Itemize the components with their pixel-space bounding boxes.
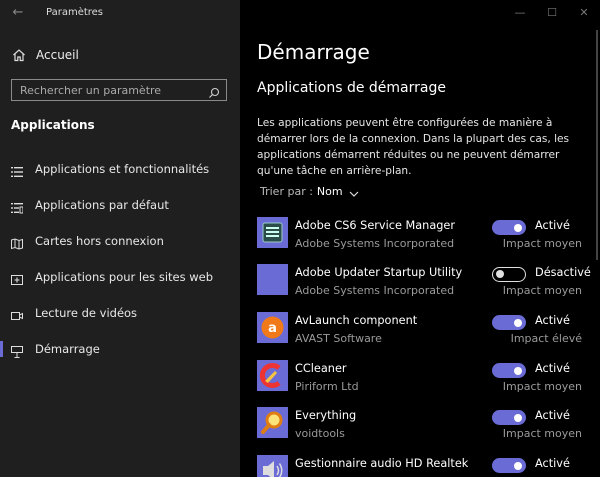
search-icon[interactable] <box>208 84 220 98</box>
sidebar-item-video-playback[interactable]: Lecture de vidéos <box>0 299 240 327</box>
sidebar-item-startup[interactable]: Démarrage <box>0 335 240 363</box>
app-publisher: Adobe Systems Incorporated <box>295 284 455 297</box>
sidebar-item-offline-maps[interactable]: Cartes hors connexion <box>0 227 240 255</box>
sidebar-item-default-apps[interactable]: Applications par défaut <box>0 191 240 219</box>
startup-app-row: Adobe CS6 Service Manager Adobe Systems … <box>240 217 600 261</box>
startup-impact: Impact moyen <box>502 284 582 297</box>
toggle-state: Activé <box>535 314 570 327</box>
minimize-button[interactable]: — <box>504 0 536 26</box>
adobe-updater-icon <box>257 264 288 295</box>
video-playback-icon <box>11 307 23 320</box>
app-name: AvLaunch component <box>295 314 418 327</box>
sidebar-item-apps-features[interactable]: Applications et fonctionnalités <box>0 155 240 183</box>
startup-app-row: a AvLaunch component AVAST Software Acti… <box>240 312 600 356</box>
everything-icon <box>257 407 288 438</box>
app-publisher: Adobe Systems Incorporated <box>295 237 455 250</box>
sidebar-item-label: Démarrage <box>35 342 100 356</box>
sidebar-item-label: Applications par défaut <box>35 198 169 212</box>
section-title: Applications <box>11 118 95 132</box>
toggle-knob <box>514 223 522 232</box>
startup-app-row: CCleaner Piriform Ltd Activé Impact moye… <box>240 360 600 404</box>
offline-maps-icon <box>11 235 23 250</box>
sidebar-item-label: Cartes hors connexion <box>35 234 164 248</box>
toggle-knob <box>514 461 522 470</box>
startup-app-row: Adobe Updater Startup Utility Adobe Syst… <box>240 264 600 308</box>
app-publisher: Piriform Ltd <box>295 380 359 393</box>
sidebar-item-apps-for-websites[interactable]: Applications pour les sites web <box>0 263 240 291</box>
toggle-state: Activé <box>535 362 570 375</box>
app-publisher: AVAST Software <box>295 332 382 345</box>
description-text: Les applications peuvent être configurée… <box>257 117 570 177</box>
default-apps-icon <box>11 199 24 214</box>
startup-impact: Impact moyen <box>502 237 582 250</box>
avast-icon: a <box>257 312 288 343</box>
startup-impact: Impact moyen <box>502 427 582 440</box>
toggle-state: Activé <box>535 457 570 470</box>
startup-toggle[interactable] <box>492 267 526 282</box>
app-name: Gestionnaire audio HD Realtek <box>295 457 469 470</box>
realtek-audio-icon <box>257 455 288 477</box>
startup-toggle[interactable] <box>492 315 526 330</box>
back-button[interactable]: ← <box>8 4 28 22</box>
ccleaner-icon <box>257 360 288 391</box>
app-publisher: voidtools <box>295 427 345 440</box>
search-input[interactable] <box>12 80 210 100</box>
toggle-knob <box>514 318 522 327</box>
toggle-knob <box>514 366 522 375</box>
apps-for-websites-icon <box>11 271 23 285</box>
startup-impact: Impact élevé <box>510 332 582 345</box>
adobe-cs6-icon <box>257 217 288 248</box>
chevron-down-icon <box>349 188 359 197</box>
toggle-state: Activé <box>535 219 570 232</box>
sidebar: ← Paramètres Accueil Applications Applic… <box>0 0 240 477</box>
sidebar-item-label: Applications et fonctionnalités <box>35 162 210 176</box>
toggle-knob <box>496 270 504 278</box>
window-controls: — ☐ ✕ <box>504 0 600 26</box>
app-name: Adobe CS6 Service Manager <box>295 219 456 232</box>
section-heading: Applications de démarrage <box>257 80 446 96</box>
home-link[interactable]: Accueil <box>12 46 79 64</box>
app-name: Adobe Updater Startup Utility <box>295 266 463 279</box>
sidebar-item-label: Applications pour les sites web <box>35 270 214 284</box>
startup-toggle[interactable] <box>492 410 526 425</box>
sidebar-item-label: Lecture de vidéos <box>35 306 138 320</box>
window-title: Paramètres <box>46 7 104 18</box>
apps-features-icon <box>11 163 23 177</box>
title-bar: ← Paramètres <box>0 0 240 26</box>
svg-text:a: a <box>268 321 277 336</box>
sort-dropdown[interactable]: Trier par : Nom <box>260 185 359 198</box>
startup-app-row: Everything voidtools Activé Impact moyen <box>240 407 600 451</box>
startup-app-row: Gestionnaire audio HD Realtek Activé <box>240 455 600 477</box>
startup-toggle[interactable] <box>492 458 526 473</box>
sort-label: Trier par : <box>260 185 313 198</box>
search-box <box>11 79 227 101</box>
selected-indicator <box>0 341 3 357</box>
startup-icon <box>11 343 23 358</box>
toggle-state: Désactivé <box>535 266 591 279</box>
toggle-state: Activé <box>535 409 570 422</box>
app-name: CCleaner <box>295 362 347 375</box>
main-content: — ☐ ✕ Démarrage Applications de démarrag… <box>240 0 600 477</box>
startup-impact: Impact moyen <box>502 380 582 393</box>
scrollbar[interactable] <box>596 30 598 260</box>
startup-toggle[interactable] <box>492 363 526 378</box>
toggle-knob <box>514 413 522 422</box>
startup-toggle[interactable] <box>492 220 526 235</box>
maximize-button[interactable]: ☐ <box>536 0 568 26</box>
home-label: Accueil <box>36 48 79 62</box>
home-icon <box>12 48 26 62</box>
sort-value: Nom <box>316 185 343 198</box>
page-title: Démarrage <box>257 40 370 64</box>
close-button[interactable]: ✕ <box>568 0 600 26</box>
app-name: Everything <box>295 409 357 422</box>
